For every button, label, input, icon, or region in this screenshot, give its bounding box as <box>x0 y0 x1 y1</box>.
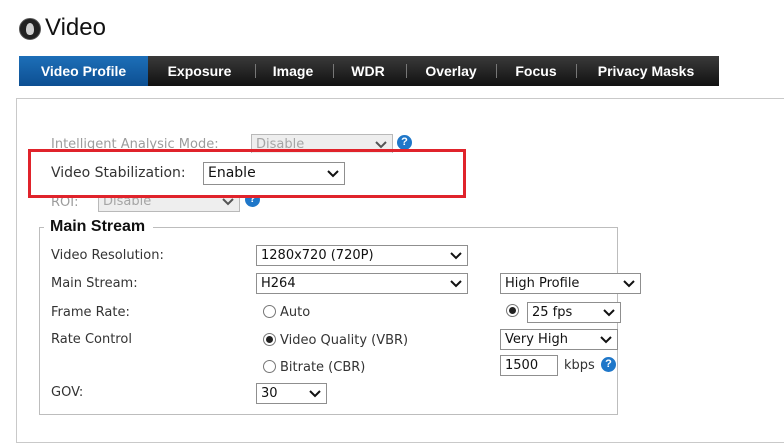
rate-control-cbr-label: Bitrate (CBR) <box>280 360 366 375</box>
chevron-down-icon <box>308 384 322 403</box>
main-stream-label: Main Stream: <box>51 276 138 291</box>
tab-separator <box>576 64 577 78</box>
bitrate-input[interactable]: 1500 <box>500 355 558 376</box>
tab-separator <box>255 64 256 78</box>
bitrate-unit-label: kbps <box>564 358 595 373</box>
frame-rate-select[interactable]: 25 fps <box>527 302 621 323</box>
tab-wdr[interactable]: WDR <box>338 56 398 86</box>
tab-overlay[interactable]: Overlay <box>411 56 491 86</box>
video-quality-select[interactable]: Very High <box>500 329 618 350</box>
chevron-down-icon <box>602 303 616 322</box>
gov-select[interactable]: 30 <box>256 383 327 404</box>
tab-video-profile[interactable]: Video Profile <box>19 56 148 86</box>
rate-control-vbr-radio[interactable] <box>263 333 276 346</box>
rate-control-vbr-label: Video Quality (VBR) <box>280 333 409 348</box>
tab-image[interactable]: Image <box>259 56 327 86</box>
main-stream-codec-select[interactable]: H264 <box>256 273 468 294</box>
tab-privacy-masks[interactable]: Privacy Masks <box>581 56 711 86</box>
tab-separator <box>406 64 407 78</box>
tab-separator <box>333 64 334 78</box>
tab-focus[interactable]: Focus <box>501 56 571 86</box>
help-icon[interactable]: ? <box>601 357 616 372</box>
gov-label: GOV: <box>51 385 84 400</box>
chevron-down-icon <box>449 274 463 293</box>
chevron-down-icon <box>449 246 463 265</box>
highlight-box <box>28 149 466 198</box>
chevron-down-icon <box>622 274 636 293</box>
tab-bar: Video Profile Exposure Image WDR Overlay… <box>19 56 719 86</box>
rate-control-cbr-radio[interactable] <box>263 360 276 373</box>
main-stream-legend: Main Stream <box>44 218 154 236</box>
frame-rate-auto-label: Auto <box>280 305 311 320</box>
video-resolution-label: Video Resolution: <box>51 248 164 263</box>
video-resolution-select[interactable]: 1280x720 (720P) <box>256 245 468 266</box>
frame-rate-fps-radio[interactable] <box>506 304 519 317</box>
page-title: Video <box>45 14 106 41</box>
frame-rate-label: Frame Rate: <box>51 305 130 320</box>
app-logo-icon <box>19 18 41 40</box>
help-icon[interactable]: ? <box>397 135 412 150</box>
rate-control-label: Rate Control <box>51 332 132 347</box>
chevron-down-icon <box>599 330 613 349</box>
tab-separator <box>496 64 497 78</box>
tab-exposure[interactable]: Exposure <box>152 56 247 86</box>
frame-rate-auto-radio[interactable] <box>263 305 276 318</box>
main-stream-profile-select[interactable]: High Profile <box>500 273 641 294</box>
